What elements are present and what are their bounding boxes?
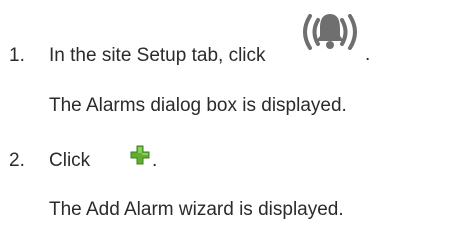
- step-1-instruction: In the site Setup tab, click: [49, 45, 266, 66]
- step-1-result: The Alarms dialog box is displayed.: [49, 95, 347, 116]
- step-2-instruction: Click: [49, 150, 91, 171]
- step-2-number: 2.: [9, 150, 25, 171]
- step-2-result: The Add Alarm wizard is displayed.: [49, 199, 344, 220]
- step-2-period: .: [152, 150, 158, 171]
- alarm-bell-icon[interactable]: [296, 8, 364, 56]
- procedure-steps: 1. In the site Setup tab, click . The Al…: [0, 0, 462, 249]
- step-1-period: .: [365, 44, 371, 65]
- green-plus-icon[interactable]: [129, 144, 151, 166]
- step-1-number: 1.: [9, 45, 25, 66]
